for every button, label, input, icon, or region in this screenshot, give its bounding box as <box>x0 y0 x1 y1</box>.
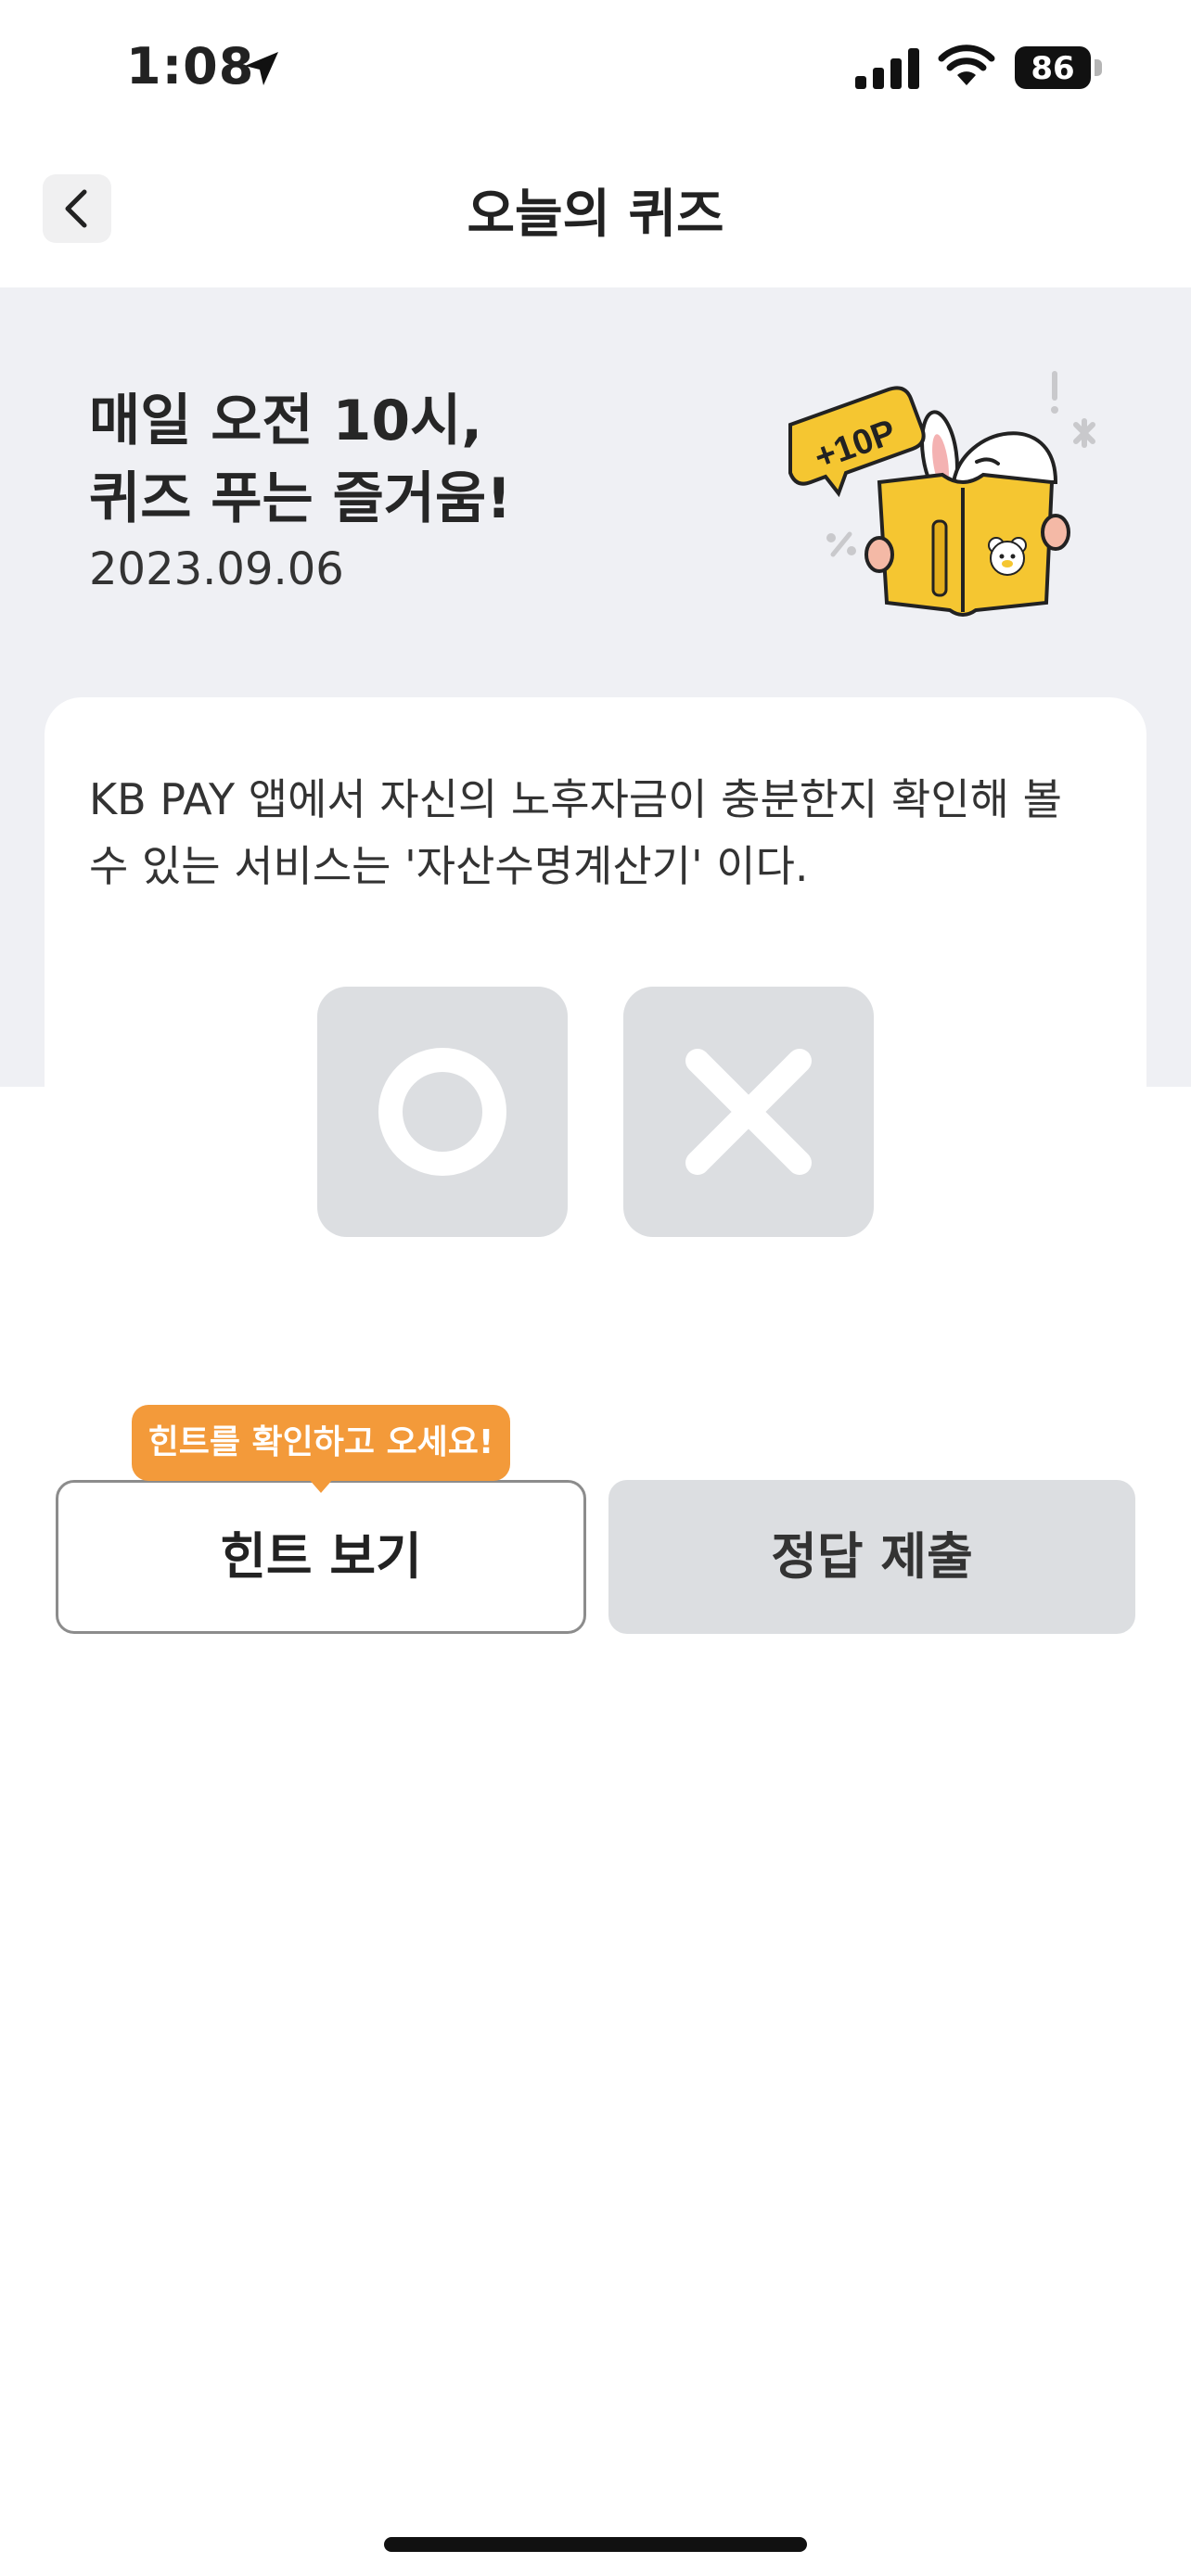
home-indicator[interactable] <box>384 2537 807 2552</box>
hero-title-line1: 매일 오전 10시, <box>89 389 483 453</box>
circle-o-icon <box>378 1048 506 1176</box>
battery-indicator: 86 <box>1015 46 1091 89</box>
quiz-date: 2023.09.06 <box>89 543 344 595</box>
status-time: 1:08 <box>126 37 255 96</box>
hero-title-line2: 퀴즈 푸는 즐거움! <box>89 466 512 531</box>
status-bar: 1:08 86 <box>0 0 1191 139</box>
tooltip-arrow <box>308 1478 334 1493</box>
nav-bar: 오늘의 퀴즈 <box>0 139 1191 287</box>
hero-title: 매일 오전 10시, 퀴즈 푸는 즐거움! <box>89 382 512 538</box>
wifi-icon <box>938 45 995 85</box>
hint-button[interactable]: 힌트 보기 <box>56 1480 586 1634</box>
answer-x-button[interactable] <box>623 987 874 1237</box>
battery-tip <box>1095 59 1102 76</box>
cross-x-icon <box>685 1049 812 1175</box>
hint-tooltip: 힌트를 확인하고 오세요! <box>132 1405 510 1481</box>
rabbit-reading-book-illustration: +10P <box>788 371 1095 617</box>
battery-level: 86 <box>1031 50 1075 87</box>
answer-o-button[interactable] <box>317 987 568 1237</box>
cellular-signal-icon <box>855 48 919 89</box>
quiz-card: KB PAY 앱에서 자신의 노후자금이 충분한지 확인해 볼 수 있는 서비스… <box>45 697 1146 1439</box>
page-title: 오늘의 퀴즈 <box>467 185 724 245</box>
quiz-question: KB PAY 앱에서 자신의 노후자금이 충분한지 확인해 볼 수 있는 서비스… <box>89 774 1062 891</box>
location-arrow-icon <box>245 52 278 85</box>
quiz-screen: 1:08 86 오늘의 퀴즈 매일 오전 10시, 퀴즈 푸는 즐거움! 202… <box>0 0 1191 2576</box>
submit-answer-button[interactable]: 정답 제출 <box>608 1480 1135 1634</box>
